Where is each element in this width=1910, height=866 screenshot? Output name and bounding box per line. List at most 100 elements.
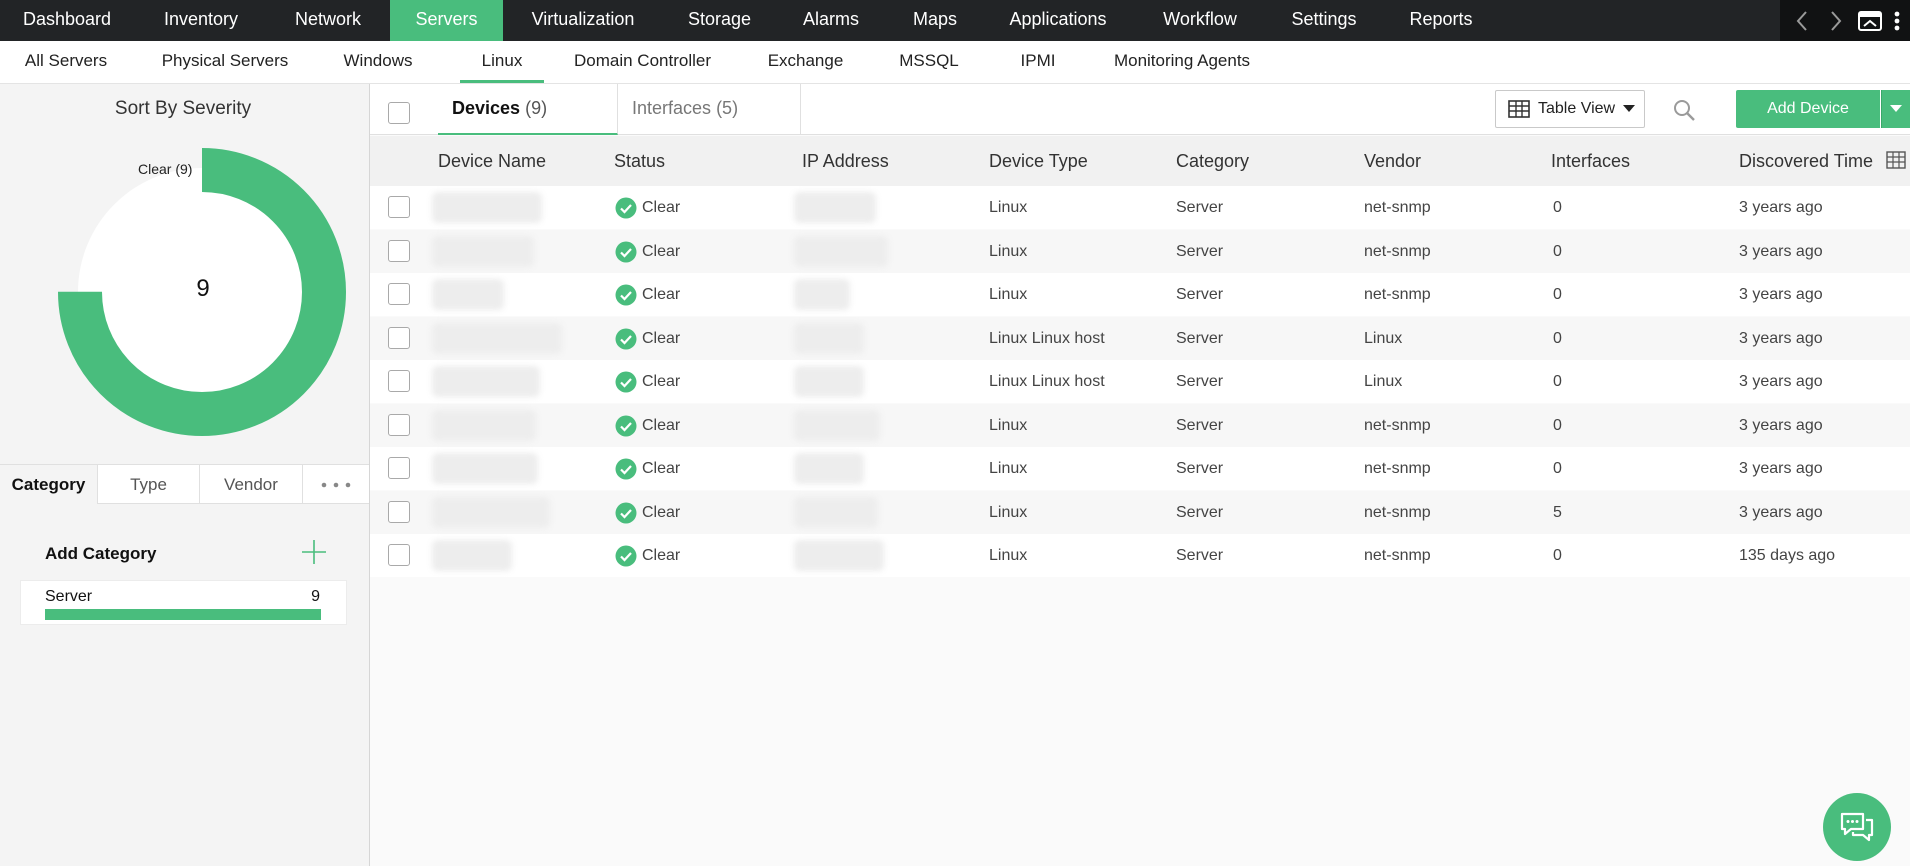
subnav-physical-servers[interactable]: Physical Servers xyxy=(154,41,296,83)
vendor-cell: net-snmp xyxy=(1364,416,1431,434)
row-checkbox[interactable] xyxy=(388,196,410,218)
discovered-cell: 3 years ago xyxy=(1739,286,1823,303)
vendor-cell: net-snmp xyxy=(1364,547,1431,564)
subnav-linux[interactable]: Linux xyxy=(460,41,544,83)
nav-applications[interactable]: Applications xyxy=(984,0,1132,41)
table-row[interactable]: Clear Linux Server net-snmp 0 135 days ago xyxy=(370,534,1910,577)
subnav-ipmi[interactable]: IPMI xyxy=(1010,41,1066,83)
row-checkbox[interactable] xyxy=(388,413,410,436)
row-checkbox[interactable] xyxy=(388,283,410,305)
table-row[interactable]: Clear Linux Server net-snmp 0 3 years ago xyxy=(370,403,1910,447)
donut-center-value: 9 xyxy=(196,275,210,302)
interfaces-cell: 0 xyxy=(1553,547,1562,564)
nav-workflow[interactable]: Workflow xyxy=(1132,0,1268,41)
device-name-redacted[interactable] xyxy=(432,540,512,571)
row-checkbox[interactable] xyxy=(388,370,410,392)
nav-maps[interactable]: Maps xyxy=(886,0,984,41)
row-checkbox[interactable] xyxy=(388,544,410,566)
subnav-domain-controller[interactable]: Domain Controller xyxy=(570,41,715,83)
filter-tab-type[interactable]: Type xyxy=(98,465,200,504)
subnav-monitoring-agents[interactable]: Monitoring Agents xyxy=(1110,41,1254,83)
subnav-all-servers[interactable]: All Servers xyxy=(12,41,120,83)
device-type-cell: Linux Linux host xyxy=(989,329,1105,347)
ip-address-redacted xyxy=(794,366,864,397)
column-device-type[interactable]: Device Type xyxy=(989,136,1088,186)
table-row[interactable]: Clear Linux Linux host Server Linux 0 3 years… xyxy=(370,360,1910,403)
select-all-checkbox[interactable] xyxy=(388,102,410,124)
ellipsis-icon[interactable] xyxy=(303,465,369,504)
column-status[interactable]: Status xyxy=(614,136,665,186)
discovered-cell: 3 years ago xyxy=(1739,329,1823,347)
nav-alarms[interactable]: Alarms xyxy=(776,0,886,41)
row-checkbox[interactable] xyxy=(388,500,410,523)
filter-tab-category[interactable]: Category xyxy=(0,465,98,504)
add-category-label: Add Category xyxy=(45,544,157,563)
add-device-dropdown[interactable] xyxy=(1881,90,1910,128)
vendor-cell: net-snmp xyxy=(1364,199,1431,216)
device-name-redacted[interactable] xyxy=(432,192,542,223)
nav-storage[interactable]: Storage xyxy=(663,0,776,41)
chevron-left-icon[interactable] xyxy=(1784,0,1820,41)
subnav-exchange[interactable]: Exchange xyxy=(763,41,848,83)
status-clear-icon xyxy=(615,371,637,393)
table-view-button[interactable]: Table View xyxy=(1495,90,1645,128)
nav-virtualization[interactable]: Virtualization xyxy=(503,0,663,41)
chat-icon[interactable] xyxy=(1823,793,1891,861)
column-vendor[interactable]: Vendor xyxy=(1364,136,1421,186)
device-type-cell: Linux xyxy=(989,286,1028,303)
tab-devices[interactable]: Devices (9) xyxy=(438,84,618,135)
row-checkbox[interactable] xyxy=(388,239,410,262)
plus-icon[interactable] xyxy=(300,538,328,566)
category-name: Server xyxy=(45,588,93,605)
nav-servers[interactable]: Servers xyxy=(390,0,503,41)
table-row[interactable]: Clear Linux Server net-snmp 0 3 years ago xyxy=(370,186,1910,229)
add-device-button[interactable]: Add Device xyxy=(1736,90,1880,128)
severity-donut xyxy=(58,148,346,436)
table-row[interactable]: Clear Linux Server net-snmp 0 3 years ago xyxy=(370,229,1910,273)
column-category[interactable]: Category xyxy=(1176,136,1249,186)
status-text: Clear xyxy=(642,242,681,260)
window-icon[interactable] xyxy=(1852,0,1888,41)
subnav-windows[interactable]: Windows xyxy=(334,41,422,83)
category-item-server[interactable]: Server 9 xyxy=(20,580,347,625)
nav-network[interactable]: Network xyxy=(268,0,388,41)
nav-controls xyxy=(1780,0,1910,41)
row-checkbox[interactable] xyxy=(388,326,410,349)
table-row[interactable]: Clear Linux Server net-snmp 5 3 years ago xyxy=(370,490,1910,534)
row-checkbox[interactable] xyxy=(388,457,410,479)
table-view-label: Table View xyxy=(1538,100,1616,117)
discovered-cell: 3 years ago xyxy=(1739,373,1823,390)
nav-settings[interactable]: Settings xyxy=(1268,0,1380,41)
search-icon[interactable] xyxy=(1670,96,1698,124)
more-vertical-icon[interactable] xyxy=(1884,0,1910,41)
column-ip-address[interactable]: IP Address xyxy=(802,136,889,186)
device-name-redacted[interactable] xyxy=(432,322,562,354)
tab-interfaces[interactable]: Interfaces (5) xyxy=(618,84,801,135)
column-interfaces[interactable]: Interfaces xyxy=(1551,136,1630,186)
nav-inventory[interactable]: Inventory xyxy=(134,0,268,41)
device-name-redacted[interactable] xyxy=(432,496,550,528)
table-row[interactable]: Clear Linux Server net-snmp 0 3 years ago xyxy=(370,273,1910,316)
nav-reports[interactable]: Reports xyxy=(1380,0,1502,41)
interfaces-cell: 0 xyxy=(1553,199,1562,216)
nav-dashboard[interactable]: Dashboard xyxy=(0,0,134,41)
column-discovered-time[interactable]: Discovered Time xyxy=(1739,136,1873,186)
status-clear-icon xyxy=(615,415,637,436)
column-chooser-icon[interactable] xyxy=(1886,151,1906,171)
interfaces-cell: 0 xyxy=(1553,286,1562,303)
table-row[interactable]: Clear Linux Server net-snmp 0 3 years ago xyxy=(370,447,1910,490)
subnav-mssql[interactable]: MSSQL xyxy=(892,41,966,83)
device-name-redacted[interactable] xyxy=(432,453,538,484)
status-clear-icon xyxy=(615,241,637,262)
device-name-redacted[interactable] xyxy=(432,279,504,310)
device-name-redacted[interactable] xyxy=(432,409,536,441)
device-type-cell: Linux xyxy=(989,460,1028,477)
chevron-right-icon[interactable] xyxy=(1818,0,1854,41)
status-text: Clear xyxy=(642,460,681,477)
column-device-name[interactable]: Device Name xyxy=(438,136,546,186)
table-row[interactable]: Clear Linux Linux host Server Linux 0 3 years… xyxy=(370,316,1910,360)
device-name-redacted[interactable] xyxy=(432,235,534,267)
discovered-cell: 3 years ago xyxy=(1739,503,1823,521)
device-name-redacted[interactable] xyxy=(432,366,540,397)
filter-tab-vendor[interactable]: Vendor xyxy=(200,465,303,504)
